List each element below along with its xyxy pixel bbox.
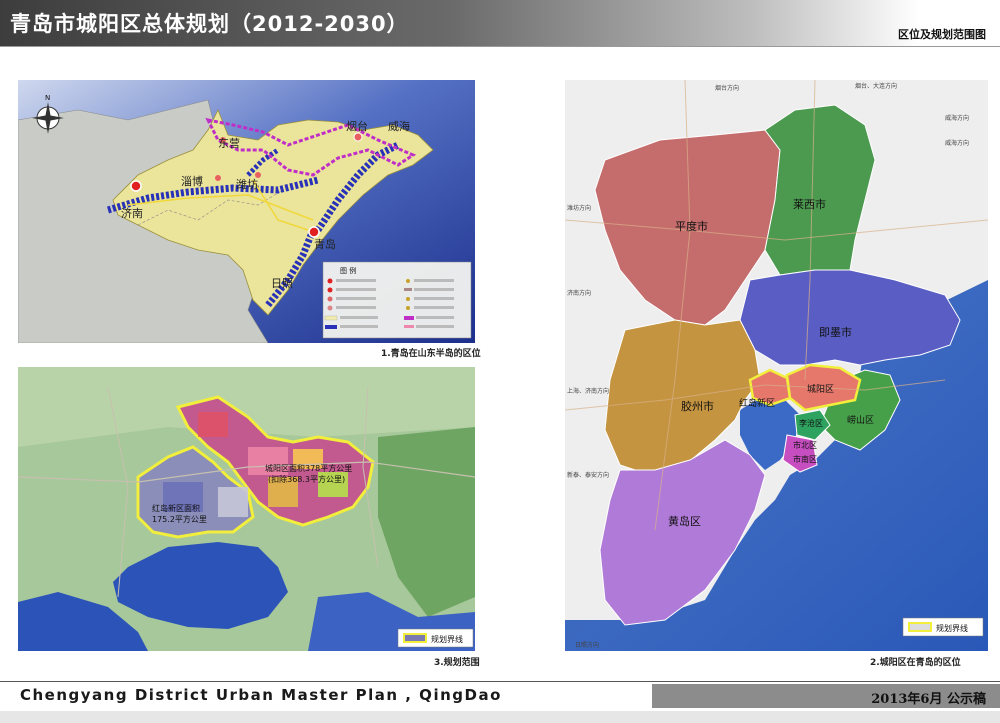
dir-left2: 济南方向 — [567, 289, 591, 297]
dir-left1: 潍坊方向 — [567, 204, 591, 212]
district-legend-label: 规划界线 — [936, 623, 968, 633]
chengyang-area-label: 城阳区面积378平方公里 — [265, 463, 352, 473]
footer-strip — [0, 711, 1000, 723]
qingdao-districts-map: 平度市 莱西市 即墨市 胶州市 城阳区 红岛新区 李沧区 崂山区 市北区 市南区… — [565, 80, 988, 651]
label-jiaozhou: 胶州市 — [681, 399, 714, 413]
city-label-zibo: 淄博 — [181, 175, 203, 188]
city-label-dongying: 东营 — [218, 136, 240, 150]
label-hongdao: 红岛新区 — [739, 397, 775, 409]
legend-title: 图 例 — [340, 266, 356, 275]
page-subtitle: 区位及规划范围图 — [898, 28, 986, 41]
label-jimo: 即墨市 — [819, 325, 852, 339]
panel3-caption: 3.规划范围 — [434, 658, 480, 668]
label-laixi: 莱西市 — [793, 197, 826, 211]
city-label-jinan: 济南 — [121, 206, 143, 220]
dir-left4: 新泰、泰安方向 — [567, 471, 609, 479]
hongdao-area-label: 红岛新区面积 — [152, 503, 200, 513]
legend-label: 规划界线 — [431, 634, 463, 644]
dir-left3: 上海、济南方向 — [567, 387, 609, 395]
dir-top3: 威海方向 — [945, 114, 969, 122]
svg-text:N: N — [45, 94, 50, 102]
label-shibei: 市北区 — [793, 440, 817, 450]
dir-bottom1: 日照方向 — [575, 641, 599, 649]
label-shinan: 市南区 — [793, 454, 817, 464]
label-pingdu: 平度市 — [675, 219, 708, 233]
footer-english-title: Chengyang District Urban Master Plan , Q… — [20, 686, 502, 704]
planning-legend: 规划界线 — [397, 628, 474, 648]
shandong-location-map: 济南 淄博 东营 潍坊 烟台 威海 青岛 日照 N 图 例 — [18, 80, 475, 343]
city-label-weifang: 潍坊 — [236, 177, 258, 191]
dir-top2: 烟台、大连方向 — [855, 82, 897, 90]
label-huangdao: 黄岛区 — [668, 514, 701, 528]
label-chengyang: 城阳区 — [807, 384, 834, 395]
footer-divider — [0, 681, 1000, 682]
page-title: 青岛市城阳区总体规划（2012-2030） — [10, 12, 409, 36]
city-label-yantai: 烟台 — [346, 119, 368, 133]
map-legend: 图 例 — [322, 261, 472, 339]
district-legend: 规划界线 — [902, 617, 984, 637]
panel1-caption: 1.青岛在山东半岛的区位 — [381, 349, 481, 359]
city-label-rizhao: 日照 — [271, 277, 293, 290]
label-laoshan: 崂山区 — [847, 415, 874, 426]
panel2-caption: 2.城阳区在青岛的区位 — [870, 658, 961, 668]
chengyang-area-note: (扣除368.3平方公里) — [268, 474, 345, 484]
dir-top1: 烟台方向 — [715, 84, 739, 92]
label-licang: 李沧区 — [799, 418, 823, 428]
dir-top4: 威海方向 — [945, 139, 969, 147]
city-label-qingdao: 青岛 — [314, 237, 336, 251]
header-divider — [0, 46, 1000, 47]
hongdao-area-value: 175.2平方公里 — [152, 514, 207, 524]
planning-area-map: 城阳区面积378平方公里 (扣除368.3平方公里) 红岛新区面积 175.2平… — [18, 367, 475, 651]
footer-date: 2013年6月 公示稿 — [871, 692, 986, 707]
city-label-weihai: 威海 — [388, 119, 410, 133]
